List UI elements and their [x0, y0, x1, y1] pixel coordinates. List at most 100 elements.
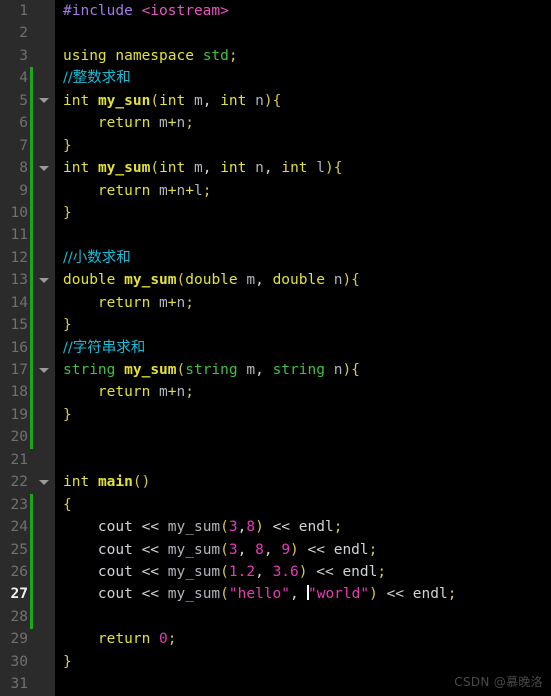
- line-number[interactable]: 25: [0, 539, 28, 561]
- chevron-down-icon[interactable]: [37, 157, 51, 179]
- line-number[interactable]: 2: [0, 22, 28, 44]
- line-number[interactable]: 14: [0, 292, 28, 314]
- code-line[interactable]: [55, 224, 551, 246]
- line-number[interactable]: 9: [0, 180, 28, 202]
- code-token: endl: [412, 586, 448, 603]
- line-number[interactable]: 22: [0, 471, 28, 493]
- code-line[interactable]: }: [55, 202, 551, 224]
- code-content-area[interactable]: #include <iostream> using namespace std;…: [55, 0, 551, 696]
- code-line[interactable]: {: [55, 494, 551, 516]
- code-token: (: [220, 563, 229, 580]
- line-number[interactable]: 16: [0, 337, 28, 359]
- code-line[interactable]: [55, 449, 551, 471]
- code-line[interactable]: [55, 426, 551, 448]
- code-line[interactable]: int my_sum(int m, int n, int l){: [55, 157, 551, 179]
- code-token: <iostream>: [141, 3, 229, 19]
- code-line[interactable]: int my_sun(int m, int n){: [55, 90, 551, 112]
- gutter-row: 31: [0, 673, 55, 695]
- line-number[interactable]: 8: [0, 157, 28, 179]
- code-line[interactable]: //整数求和: [55, 67, 551, 89]
- code-line[interactable]: }: [55, 651, 551, 673]
- code-token: }: [63, 317, 72, 334]
- code-line[interactable]: }: [55, 404, 551, 426]
- chevron-down-icon[interactable]: [37, 471, 51, 493]
- line-number[interactable]: 27: [0, 583, 28, 605]
- line-number[interactable]: 31: [0, 673, 28, 695]
- line-number[interactable]: 18: [0, 381, 28, 403]
- code-line[interactable]: #include <iostream>: [55, 0, 551, 22]
- code-line[interactable]: [55, 22, 551, 44]
- code-token: int: [220, 92, 247, 109]
- gutter-row: 18: [0, 381, 55, 403]
- code-token: my_sum: [167, 563, 221, 580]
- line-number[interactable]: 29: [0, 628, 28, 650]
- code-line[interactable]: }: [55, 135, 551, 157]
- chevron-down-icon[interactable]: [37, 359, 51, 381]
- code-line[interactable]: return m+n;: [55, 292, 551, 314]
- line-number[interactable]: 5: [0, 90, 28, 112]
- line-number[interactable]: 1: [0, 0, 28, 22]
- code-token: ,: [263, 541, 282, 558]
- line-number[interactable]: 30: [0, 651, 28, 673]
- code-editor[interactable]: 1 2 3 4 5 6 7 8 9 10 11 12 13 14 15 16 17 18 19 20 21 22 23 24 2…: [0, 0, 551, 696]
- code-token: cout: [97, 563, 133, 580]
- code-token: ,: [255, 362, 273, 378]
- line-number[interactable]: 12: [0, 247, 28, 269]
- code-token: my_sum: [124, 272, 177, 289]
- gutter-row: 9: [0, 180, 55, 202]
- code-token: {: [63, 496, 72, 513]
- line-number[interactable]: 6: [0, 112, 28, 134]
- line-number[interactable]: 24: [0, 516, 28, 538]
- code-token: int: [63, 160, 90, 177]
- gutter-row: 13: [0, 269, 55, 291]
- code-line[interactable]: [55, 606, 551, 628]
- change-indicator-bar[interactable]: [30, 67, 33, 449]
- chevron-down-icon[interactable]: [37, 90, 51, 112]
- code-line[interactable]: //小数求和: [55, 247, 551, 269]
- line-number[interactable]: 20: [0, 426, 28, 448]
- code-line[interactable]: return m+n;: [55, 112, 551, 134]
- code-line[interactable]: int main(): [55, 471, 551, 493]
- code-line[interactable]: cout << my_sum(1.2, 3.6) << endl;: [55, 561, 551, 583]
- line-number[interactable]: 3: [0, 45, 28, 67]
- code-line[interactable]: string my_sum(string m, string n){: [55, 359, 551, 381]
- code-token: ,: [237, 541, 256, 558]
- line-number[interactable]: 26: [0, 561, 28, 583]
- code-line[interactable]: double my_sum(double m, double n){: [55, 269, 551, 291]
- editor-gutter[interactable]: 1 2 3 4 5 6 7 8 9 10 11 12 13 14 15 16 17 18 19 20 21 22 23 24 2…: [0, 0, 55, 696]
- code-line[interactable]: cout << my_sum(3,8) << endl;: [55, 516, 551, 538]
- line-number[interactable]: 15: [0, 314, 28, 336]
- line-number[interactable]: 28: [0, 606, 28, 628]
- line-number[interactable]: 23: [0, 494, 28, 516]
- gutter-row: 29: [0, 628, 55, 650]
- code-line[interactable]: return 0;: [55, 628, 551, 650]
- line-number[interactable]: 7: [0, 135, 28, 157]
- code-token: ;: [185, 115, 194, 132]
- chevron-down-icon[interactable]: [37, 269, 51, 291]
- line-number[interactable]: 17: [0, 359, 28, 381]
- code-token: +: [167, 384, 177, 401]
- line-number[interactable]: 19: [0, 404, 28, 426]
- code-token: <<: [141, 563, 160, 580]
- code-line[interactable]: }: [55, 314, 551, 336]
- code-line[interactable]: //字符串求和: [55, 337, 551, 359]
- line-number[interactable]: 13: [0, 269, 28, 291]
- code-line[interactable]: cout << my_sum("hello", "world") << endl…: [55, 583, 551, 605]
- line-number[interactable]: 10: [0, 202, 28, 224]
- change-indicator-bar[interactable]: [30, 493, 33, 629]
- code-line[interactable]: return m+n+l;: [55, 180, 551, 202]
- line-number[interactable]: 21: [0, 449, 28, 471]
- line-number[interactable]: 4: [0, 67, 28, 89]
- code-line[interactable]: cout << my_sum(3, 8, 9) << endl;: [55, 539, 551, 561]
- line-number[interactable]: 11: [0, 224, 28, 246]
- code-line[interactable]: return m+n;: [55, 381, 551, 403]
- code-line[interactable]: using namespace std;: [55, 45, 551, 67]
